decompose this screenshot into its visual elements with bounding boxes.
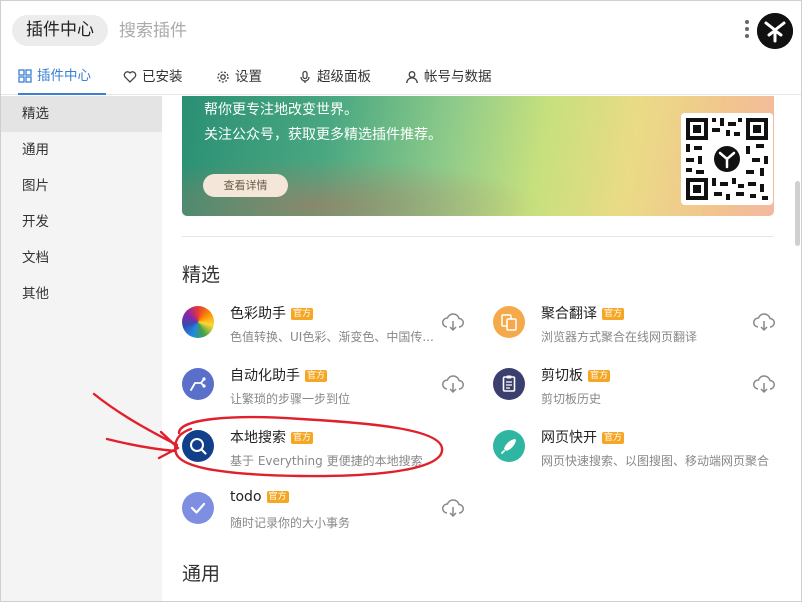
official-badge: 官方 <box>602 432 625 444</box>
official-badge: 官方 <box>305 370 328 382</box>
tab-super-panel[interactable]: 超级面板 <box>298 59 371 95</box>
section-title-featured: 精选 <box>182 264 221 286</box>
tab-label: 设置 <box>235 69 262 85</box>
tab-installed[interactable]: 已安装 <box>123 59 183 95</box>
banner-text: 帮你更专注地改变世界。 <box>204 102 358 118</box>
plugin-name: todo <box>230 489 262 505</box>
plugin-description: 浏览器方式聚合在线网页翻译 <box>541 330 698 344</box>
more-menu-icon[interactable] <box>742 17 752 45</box>
promo-banner[interactable]: 帮你更专注地改变世界。 关注公众号，获取更多精选插件推荐。 查看详情 <box>182 96 774 216</box>
main-content: 帮你更专注地改变世界。 关注公众号，获取更多精选插件推荐。 查看详情 精选 色彩… <box>162 96 801 601</box>
banner-subtext: 关注公众号，获取更多精选插件推荐。 <box>204 127 442 143</box>
translate-icon <box>493 306 525 338</box>
plugin-name: 色彩助手 <box>230 306 286 322</box>
download-cloud-icon[interactable] <box>441 374 465 394</box>
official-badge: 官方 <box>291 432 314 444</box>
app-window: 插件中心 插件中心 已安装 设置 超级面板 帐号与数据 <box>0 0 802 602</box>
sidebar-item-docs[interactable]: 文档 <box>1 240 162 276</box>
plugin-card-web-open[interactable]: 网页快开 官方 网页快速搜索、以图搜图、移动端网页聚合 <box>493 422 793 474</box>
clipboard-icon <box>493 368 525 400</box>
plugin-description: 随时记录你的大小事务 <box>230 516 351 530</box>
plugin-description: 剪切板历史 <box>541 392 602 406</box>
sidebar-item-other[interactable]: 其他 <box>1 276 162 312</box>
plugin-name: 自动化助手 <box>230 368 300 384</box>
tab-label: 超级面板 <box>317 69 371 85</box>
official-badge: 官方 <box>266 491 289 503</box>
search-icon <box>182 430 214 462</box>
tab-settings[interactable]: 设置 <box>216 59 262 95</box>
nav-tabs: 插件中心 已安装 设置 超级面板 帐号与数据 <box>1 59 801 95</box>
plugin-description: 网页快速搜索、以图搜图、移动端网页聚合 <box>541 454 770 468</box>
download-cloud-icon[interactable] <box>752 374 776 394</box>
color-wheel-icon <box>182 306 214 338</box>
plugin-card-todo[interactable]: todo 官方 随时记录你的大小事务 <box>182 484 482 536</box>
plugin-name: 聚合翻译 <box>541 306 597 322</box>
plugin-description: 基于 Everything 更便捷的本地搜索 <box>230 454 423 468</box>
tab-account-data[interactable]: 帐号与数据 <box>405 59 492 95</box>
official-badge: 官方 <box>588 370 611 382</box>
plugin-description: 让繁琐的步骤一步到位 <box>230 392 351 406</box>
heart-icon <box>123 71 137 83</box>
sidebar-item-general[interactable]: 通用 <box>1 132 162 168</box>
plugin-description: 色值转换、UI色彩、渐变色、中国传... <box>230 330 434 344</box>
plugin-name: 本地搜索 <box>230 430 286 446</box>
top-bar: 插件中心 <box>1 1 801 59</box>
plugin-name: 剪切板 <box>541 368 583 384</box>
tab-label: 已安装 <box>142 69 183 85</box>
plugin-name: 网页快开 <box>541 430 597 446</box>
plugin-card-color-helper[interactable]: 色彩助手 官方 色值转换、UI色彩、渐变色、中国传... <box>182 298 482 350</box>
app-logo-icon[interactable] <box>757 13 793 49</box>
download-cloud-icon[interactable] <box>441 498 465 518</box>
app-title-pill[interactable]: 插件中心 <box>12 15 108 46</box>
tab-plugin-center[interactable]: 插件中心 <box>18 59 106 95</box>
sidebar-item-dev[interactable]: 开发 <box>1 204 162 240</box>
section-divider <box>182 236 774 237</box>
gear-icon <box>217 71 229 83</box>
tab-label: 插件中心 <box>37 68 91 84</box>
download-cloud-icon[interactable] <box>752 312 776 332</box>
plugin-card-automation[interactable]: 自动化助手 官方 让繁琐的步骤一步到位 <box>182 360 482 412</box>
category-sidebar: 精选 通用 图片 开发 文档 其他 <box>1 96 162 601</box>
download-cloud-icon[interactable] <box>441 312 465 332</box>
official-badge: 官方 <box>602 308 625 320</box>
grid-icon <box>18 69 32 83</box>
view-details-button[interactable]: 查看详情 <box>203 174 288 197</box>
user-icon <box>406 71 418 84</box>
rocket-icon <box>493 430 525 462</box>
check-icon <box>182 492 214 524</box>
scrollbar-thumb[interactable] <box>795 181 800 246</box>
plugin-card-clipboard[interactable]: 剪切板 官方 剪切板历史 <box>493 360 793 412</box>
official-badge: 官方 <box>291 308 314 320</box>
search-input[interactable] <box>119 15 719 46</box>
plugin-card-local-search[interactable]: 本地搜索 官方 基于 Everything 更便捷的本地搜索 <box>182 422 482 474</box>
automation-icon <box>182 368 214 400</box>
sidebar-item-featured[interactable]: 精选 <box>1 96 162 132</box>
plugin-card-translate[interactable]: 聚合翻译 官方 浏览器方式聚合在线网页翻译 <box>493 298 793 350</box>
sidebar-item-image[interactable]: 图片 <box>1 168 162 204</box>
section-title-general: 通用 <box>182 563 221 585</box>
mic-icon <box>300 70 310 83</box>
tab-label: 帐号与数据 <box>424 69 492 85</box>
qr-code-icon <box>681 113 773 205</box>
